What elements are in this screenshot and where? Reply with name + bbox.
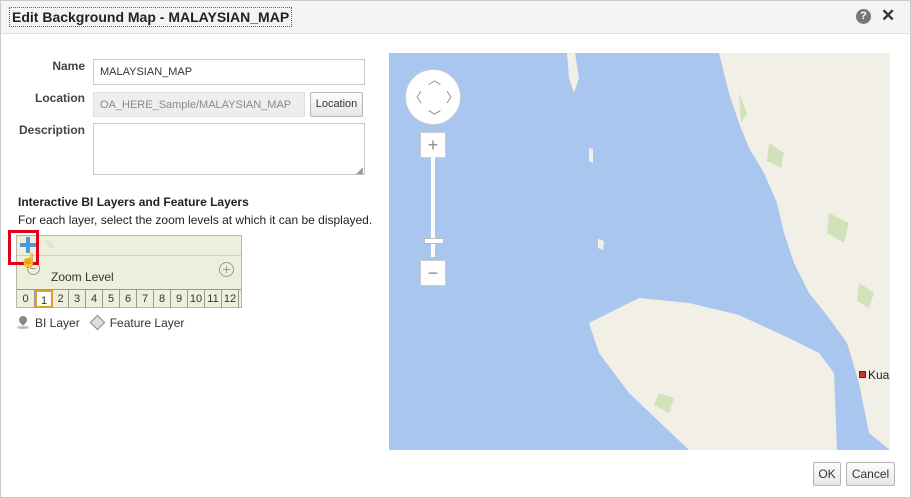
feature-layer-label: Feature Layer bbox=[109, 315, 185, 330]
location-input: OA_HERE_Sample/MALAYSIAN_MAP bbox=[93, 92, 305, 117]
feature-layer-icon bbox=[90, 316, 104, 330]
pan-up-icon[interactable]: ︿ bbox=[428, 73, 441, 86]
map-preview[interactable]: ︿ ﹀ 〈 〉 + − Kua bbox=[389, 53, 890, 450]
layers-section-title: Interactive BI Layers and Feature Layers bbox=[18, 195, 249, 209]
hand-cursor-icon: ☝ bbox=[20, 252, 38, 268]
zoom-level-cell[interactable]: 2 bbox=[53, 290, 69, 308]
zoom-level-cell[interactable]: 4 bbox=[86, 290, 103, 308]
zoom-level-cell[interactable]: 5 bbox=[103, 290, 120, 308]
edit-background-map-dialog: Edit Background Map - MALAYSIAN_MAP ? ✕ … bbox=[0, 0, 911, 498]
island-small bbox=[598, 239, 604, 250]
layer-toolbar: ✎ bbox=[17, 236, 241, 256]
city-label: Kua bbox=[868, 368, 890, 382]
name-label: Name bbox=[52, 59, 85, 73]
name-input[interactable]: MALAYSIAN_MAP bbox=[93, 59, 365, 85]
layer-zoom-table: ✎ Zoom Level 0 1 2 3 4 5 6 7 8 9 10 11 12 bbox=[16, 235, 242, 308]
zoom-level-cell[interactable]: 0 bbox=[17, 290, 35, 308]
dialog-titlebar: Edit Background Map - MALAYSIAN_MAP ? ✕ bbox=[1, 1, 910, 34]
map-zoom-slider-thumb[interactable] bbox=[424, 238, 444, 244]
bi-layer-label: BI Layer bbox=[35, 315, 80, 330]
zoom-level-cell[interactable]: 6 bbox=[120, 290, 137, 308]
pan-right-icon[interactable]: 〉 bbox=[446, 91, 459, 104]
description-label: Description bbox=[18, 123, 85, 137]
zoom-level-row: 0 1 2 3 4 5 6 7 8 9 10 11 12 bbox=[17, 289, 241, 309]
map-pan-control[interactable]: ︿ ﹀ 〈 〉 bbox=[405, 69, 461, 125]
bi-layer-icon bbox=[16, 316, 30, 330]
help-icon[interactable]: ? bbox=[856, 9, 871, 24]
city-marker-icon bbox=[859, 371, 866, 378]
dialog-title: Edit Background Map - MALAYSIAN_MAP bbox=[9, 7, 293, 27]
zoom-level-cell[interactable]: 3 bbox=[69, 290, 86, 308]
ok-button[interactable]: OK bbox=[813, 462, 841, 486]
zoom-level-cell[interactable]: 1 bbox=[35, 290, 53, 308]
location-label: Location bbox=[35, 91, 85, 105]
layers-section-description: For each layer, select the zoom levels a… bbox=[18, 213, 373, 227]
close-icon[interactable]: ✕ bbox=[881, 6, 895, 26]
island-north bbox=[567, 53, 579, 93]
pan-left-icon[interactable]: 〈 bbox=[409, 91, 422, 104]
zoom-level-cell[interactable]: 11 bbox=[205, 290, 222, 308]
sumatra bbox=[589, 298, 837, 450]
zoom-level-cell[interactable]: 12 bbox=[222, 290, 239, 308]
zoom-level-caption: Zoom Level bbox=[51, 270, 114, 284]
zoom-in-circle-icon[interactable] bbox=[219, 262, 234, 277]
layer-legend: BI Layer Feature Layer bbox=[16, 315, 184, 330]
zoom-level-cell[interactable]: 9 bbox=[171, 290, 188, 308]
map-zoom-in-button[interactable]: + bbox=[420, 132, 446, 158]
pan-down-icon[interactable]: ﹀ bbox=[428, 110, 441, 123]
zoom-level-cell[interactable]: 8 bbox=[154, 290, 171, 308]
map-zoom-out-button[interactable]: − bbox=[420, 260, 446, 286]
map-land-svg bbox=[567, 53, 890, 450]
cancel-button[interactable]: Cancel bbox=[846, 462, 895, 486]
zoom-level-cell[interactable]: 10 bbox=[188, 290, 205, 308]
zoom-level-cell[interactable]: 7 bbox=[137, 290, 154, 308]
island-mid bbox=[589, 148, 593, 163]
edit-layer-icon: ✎ bbox=[45, 238, 56, 252]
location-button[interactable]: Location bbox=[310, 92, 363, 117]
resize-grip-icon[interactable]: ◢ bbox=[356, 165, 363, 176]
description-textarea[interactable] bbox=[93, 123, 365, 175]
